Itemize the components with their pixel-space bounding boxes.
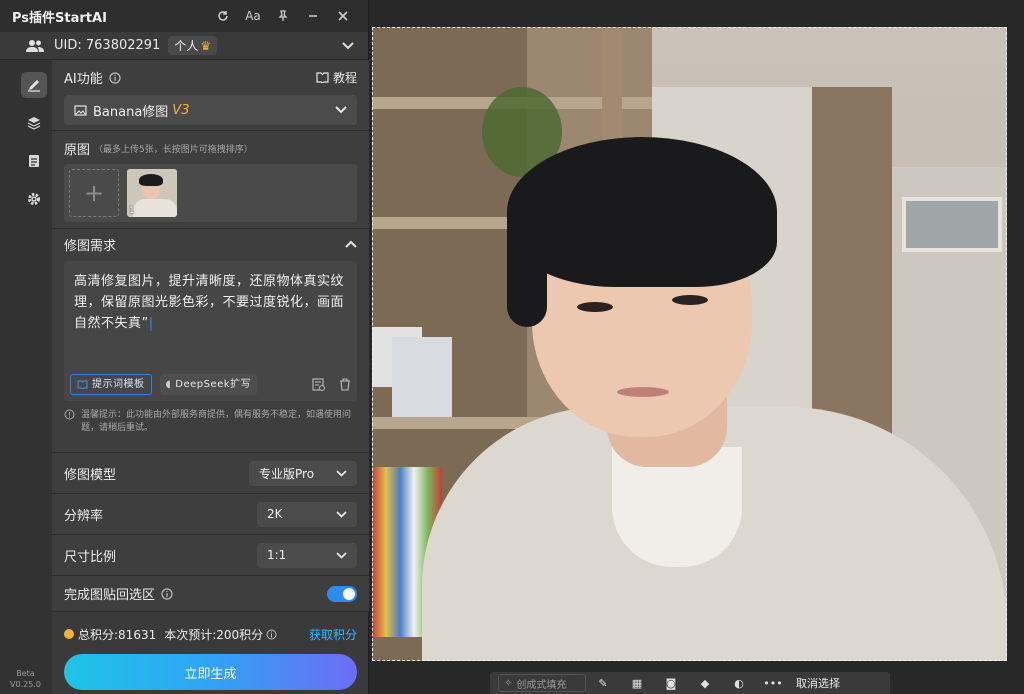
credits-bar: 总积分:81631 本次预计:200积分 获取积分 [64,620,357,648]
repair-model-select[interactable]: 专业版Pro [249,460,357,486]
deepseek-label: DeepSeek扩写 [175,379,252,390]
contrast-icon[interactable]: ◐ [722,677,756,690]
resolution-select[interactable]: 2K [257,501,357,527]
info-icon[interactable] [109,71,121,84]
generate-button[interactable]: 立即生成 [64,654,357,690]
paste-back-row: 完成图贴回选区 [52,576,369,612]
aspect-ratio-label: 尺寸比例 [64,549,117,565]
users-icon [26,39,44,53]
prompt-template-label: 提示词模板 [92,379,145,390]
model-version-badge: V3 [172,102,190,118]
original-hint: （最多上传5张，长按图片可拖拽排序） [94,145,253,155]
contextual-task-bar: ✧ 创成式填充 ✎ ▦ ◙ ◆ ◐ ••• 取消选择 [490,672,890,694]
user-bar[interactable]: UID: 763802291 个人 ♛ [0,32,368,60]
requirement-textarea[interactable]: 高清修复图片，提升清晰度，还原物体真实纹理，保留原图光影色彩，不要过度锐化，画面… [64,261,357,401]
generative-fill-button[interactable]: ✧ 创成式填充 [498,674,586,692]
crown-icon: ♛ [200,39,212,53]
repair-model-label: 修图模型 [64,467,117,483]
sparkle-icon: ✧ [504,677,513,689]
document-icon[interactable] [21,148,47,174]
aspect-ratio-row: 尺寸比例 1:1 [52,535,369,576]
portrait-photo [372,27,1007,661]
layers-icon[interactable] [21,110,47,136]
tier-badge: 个人 ♛ [168,36,218,55]
ai-model-name: Banana修图 [93,104,169,120]
chevron-down-icon [336,551,347,559]
original-image-section: 原图 （最多上传5张，长按图片可拖拽排序） + 1 [52,131,369,229]
info-icon[interactable] [266,629,277,640]
resolution-row: 分辨率 2K [52,494,369,535]
paste-back-toggle[interactable] [327,585,357,602]
panel-sidebar: Beta V0.25.0 [0,60,52,694]
panel-footer: 总积分:81631 本次预计:200积分 获取积分 立即生成 [52,620,369,690]
tutorial-label: 教程 [332,71,357,85]
uid-label: UID: [54,38,82,53]
close-icon[interactable] [328,10,358,22]
minimize-icon[interactable] [298,10,328,22]
chevron-down-icon [336,469,347,477]
total-points: 总积分:81631 [78,627,157,642]
resolution-value: 2K [267,507,283,521]
edit-icon[interactable] [21,72,47,98]
chevron-down-icon[interactable] [342,41,354,50]
text-cursor: | [148,316,154,331]
warning-icon [64,409,75,435]
document-canvas[interactable] [370,0,1024,694]
deselect-button[interactable]: 取消选择 [796,675,840,691]
thumbnail-index: 1 [129,206,135,216]
repair-model-row: 修图模型 专业版Pro [52,453,369,494]
repair-model-value: 专业版Pro [259,466,315,481]
mask-icon[interactable]: ◙ [654,677,688,690]
generative-fill-label: 创成式填充 [516,679,567,691]
image-upload-area: + 1 [64,164,357,222]
paste-back-label: 完成图贴回选区 [64,588,156,603]
requirement-section: 修图需求 高清修复图片，提升清晰度，还原物体真实纹理，保留原图光影色彩，不要过度… [52,229,369,453]
coin-icon [64,629,74,639]
prompt-template-button[interactable]: 提示词模板 [70,374,152,395]
panel-content: AI功能 教程 Banana修图 V3 原图 （最多上传5张，长按图片可拖拽排序… [52,60,369,694]
trash-icon[interactable] [339,378,351,391]
save-prompt-icon[interactable] [312,378,325,391]
ai-model-select[interactable]: Banana修图 V3 [64,95,357,125]
aspect-ratio-select[interactable]: 1:1 [257,542,357,568]
aspect-ratio-value: 1:1 [267,548,287,562]
ai-function-label: AI功能 [64,72,103,87]
panel-title: Ps插件StartAI [12,10,107,26]
startai-plugin-panel: Ps插件StartAI Aa UID: 763802291 个人 ♛ Beta … [0,0,369,694]
requirement-text: 高清修复图片，提升清晰度，还原物体真实纹理，保留原图光影色彩，不要过度锐化，画面… [74,274,345,331]
chevron-down-icon [335,106,347,114]
version-label: Beta V0.25.0 [10,669,41,689]
uid-value: 763802291 [85,38,161,53]
panel-titlebar: Ps插件StartAI Aa [0,0,368,32]
book-icon [77,380,88,389]
whale-icon: ◖ [165,379,172,390]
original-label: 原图 [64,143,91,158]
add-image-button[interactable]: + [69,169,119,217]
tutorial-link[interactable]: 教程 [316,69,357,86]
service-tip-text: 温馨提示：此功能由外部服务商提供，偶有服务不稳定，如遇使用问题，请稍后重试。 [81,410,352,433]
more-icon[interactable]: ••• [756,677,790,690]
pin-icon[interactable] [268,10,298,22]
refresh-icon[interactable] [208,10,238,22]
image-thumbnail[interactable]: 1 [127,169,177,217]
info-icon[interactable] [161,587,173,600]
brush-icon[interactable]: ✎ [586,677,620,690]
estimated-points: 本次预计:200积分 [164,627,264,642]
requirement-label: 修图需求 [64,238,117,254]
service-tip: 温馨提示：此功能由外部服务商提供，偶有服务不稳定，如遇使用问题，请稍后重试。 [64,409,357,435]
deepseek-expand-button[interactable]: ◖ DeepSeek扩写 [159,374,258,395]
resolution-label: 分辨率 [64,508,104,524]
fill-bucket-icon[interactable]: ◆ [688,677,722,690]
font-size-icon[interactable]: Aa [238,9,268,23]
generate-label: 立即生成 [184,666,237,682]
ai-function-section: AI功能 教程 Banana修图 V3 [52,60,369,131]
textarea-toolbar: 提示词模板 ◖ DeepSeek扩写 [70,374,351,395]
checker-icon[interactable]: ▦ [620,677,654,690]
chevron-down-icon [336,510,347,518]
image-icon [74,104,87,116]
book-icon [316,72,329,83]
gear-icon[interactable] [21,186,47,212]
get-points-link[interactable]: 获取积分 [309,626,357,643]
chevron-up-icon[interactable] [345,240,357,248]
